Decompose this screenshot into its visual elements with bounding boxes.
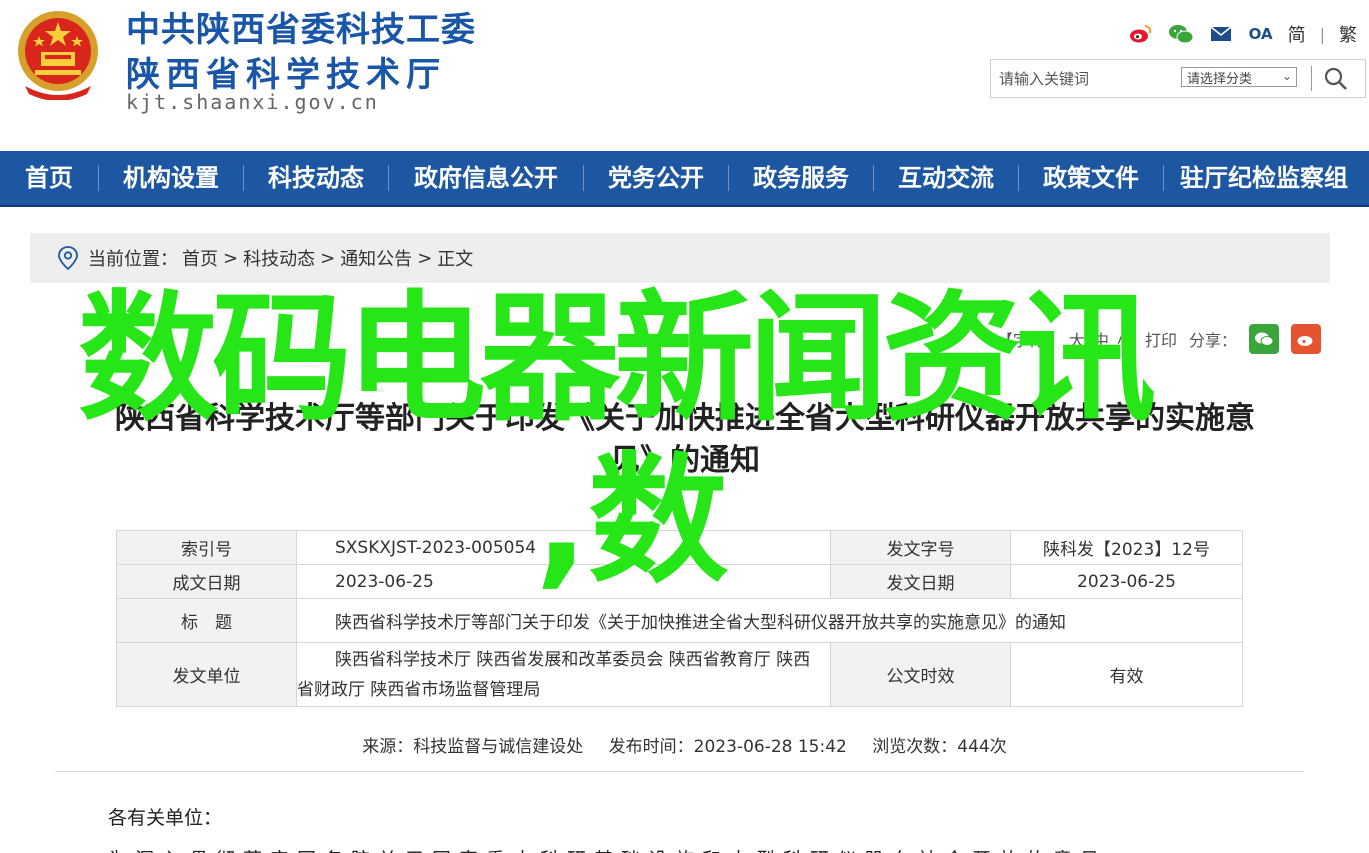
org-name-line1: 中共陕西省委科技工委 (126, 10, 476, 50)
site-header: 中共陕西省委科技工委 陕西省科学技术厅 kjt.shaanxi.gov.cn O… (0, 0, 1369, 150)
nav-item-discipline[interactable]: 驻厅纪检监察组 (1164, 150, 1364, 206)
index-number-label: 索引号 (116, 530, 297, 565)
main-nav: 首页 机构设置 科技动态 政府信息公开 党务公开 政务服务 互动交流 政策文件 … (0, 151, 1369, 207)
site-domain: kjt.shaanxi.gov.cn (126, 90, 379, 114)
table-row: 发文单位 陕西省科学技术厅 陕西省发展和改革委员会 陕西省教育厅 陕西 省财政厅… (116, 642, 1243, 707)
nav-item-news[interactable]: 科技动态 (244, 150, 388, 206)
validity-label: 公文时效 (830, 642, 1011, 707)
article-view-count: 浏览次数：444次 (872, 737, 1007, 757)
share-wechat-icon[interactable] (1249, 324, 1279, 354)
breadcrumb: 当前位置： 首页 > 科技动态 > 通知公告 > 正文 (30, 233, 1330, 283)
chevron-down-icon: ⌄ (1281, 69, 1292, 83)
article-tools: 【字体： 大 中 小 打印 分享： (997, 323, 1321, 355)
header-toolbar: OA 简 | 繁 (1128, 20, 1357, 48)
category-select[interactable]: 请选择分类 ⌄ (1181, 67, 1297, 87)
article-greeting: 各有关单位： (108, 807, 223, 829)
font-size-large[interactable]: 大 (1069, 327, 1085, 351)
nav-item-policies[interactable]: 政策文件 (1019, 150, 1163, 206)
document-info-table: 索引号 SXSKXJST-2023-005054 发文字号 陕科发【2023】1… (116, 530, 1243, 707)
search-box: 请选择分类 ⌄ (990, 59, 1366, 98)
table-row: 索引号 SXSKXJST-2023-005054 发文字号 陕科发【2023】1… (116, 530, 1243, 565)
wechat-icon[interactable] (1168, 22, 1194, 46)
article-source: 来源：科技监督与诚信建设处 (362, 737, 584, 757)
oa-label: OA (1248, 25, 1273, 43)
national-emblem-icon (18, 11, 98, 100)
issuer-value: 陕西省科学技术厅 陕西省发展和改革委员会 陕西省教育厅 陕西 省财政厅 陕西省市… (296, 642, 831, 707)
lang-traditional-link[interactable]: 繁 (1339, 21, 1357, 47)
issue-date-value: 2023-06-25 (1010, 564, 1243, 599)
breadcrumb-prefix: 当前位置： (88, 249, 178, 270)
breadcrumb-home[interactable]: 首页 (182, 245, 218, 271)
breadcrumb-separator: > (417, 247, 433, 269)
print-link[interactable]: 打印 (1145, 327, 1177, 351)
search-input[interactable] (999, 66, 1169, 92)
share-weibo-icon[interactable] (1291, 324, 1321, 354)
lang-simplified-link[interactable]: 简 (1288, 21, 1306, 47)
issuer-label: 发文单位 (116, 642, 297, 707)
search-divider (1311, 66, 1312, 91)
share-label: 分享： (1188, 331, 1237, 350)
nav-item-party-affairs[interactable]: 党务公开 (584, 150, 728, 206)
search-button[interactable] (1321, 64, 1351, 94)
font-size-label: 【字体： (996, 331, 1061, 350)
article-body-cut-line: 为深入贯彻落实国务院关于国家重大科研基础设施和大型科研仪器向社会开放的意见 (108, 845, 1288, 853)
doc-number-label: 发文字号 (830, 530, 1011, 565)
nav-item-gov-info[interactable]: 政府信息公开 (389, 150, 583, 206)
validity-value: 有效 (1010, 642, 1243, 707)
breadcrumb-separator: > (320, 247, 336, 269)
location-pin-icon (58, 246, 78, 271)
doc-title-value: 陕西省科学技术厅等部门关于印发《关于加快推进全省大型科研仪器开放共享的实施意见》… (296, 598, 1243, 643)
article-title-line1: 陕西省科学技术厅等部门关于印发《关于加快推进全省大型科研仪器开放共享的实施意 (115, 401, 1255, 436)
lang-separator: | (1319, 24, 1325, 44)
font-size-medium[interactable]: 中 (1093, 327, 1109, 351)
issuer-value-line1: 陕西省科学技术厅 陕西省发展和改革委员会 陕西省教育厅 陕西 (335, 649, 811, 670)
written-date-value: 2023-06-25 (296, 564, 831, 599)
breadcrumb-notices[interactable]: 通知公告 (340, 245, 412, 271)
article-title-line2: 见》的通知 (610, 443, 760, 478)
font-size-controls: 【字体： 大 中 小 (997, 327, 1133, 351)
article-publish-time: 发布时间：2023-06-28 15:42 (608, 737, 847, 757)
font-size-small[interactable]: 小 (1117, 327, 1133, 351)
issue-date-label: 发文日期 (830, 564, 1011, 599)
nav-item-gov-services[interactable]: 政务服务 (729, 150, 873, 206)
table-row: 成文日期 2023-06-25 发文日期 2023-06-25 (116, 564, 1243, 599)
mail-icon[interactable] (1208, 22, 1234, 46)
table-row: 标 题 陕西省科学技术厅等部门关于印发《关于加快推进全省大型科研仪器开放共享的实… (116, 598, 1243, 643)
search-icon (1324, 67, 1347, 90)
written-date-label: 成文日期 (116, 564, 297, 599)
nav-item-interaction[interactable]: 互动交流 (874, 150, 1018, 206)
breadcrumb-current: 正文 (437, 249, 474, 270)
issuer-value-line2: 省财政厅 陕西省市场监督管理局 (297, 679, 541, 700)
nav-item-home[interactable]: 首页 (0, 150, 98, 206)
nav-item-organization[interactable]: 机构设置 (99, 150, 243, 206)
category-select-label: 请选择分类 (1187, 71, 1253, 87)
breadcrumb-news[interactable]: 科技动态 (243, 245, 315, 271)
doc-number-value: 陕科发【2023】12号 (1010, 530, 1243, 565)
oa-icon[interactable]: OA (1248, 22, 1274, 46)
index-number-value: SXSKXJST-2023-005054 (296, 530, 831, 565)
breadcrumb-separator: > (223, 247, 239, 269)
article-source-row: 来源：科技监督与诚信建设处 发布时间：2023-06-28 15:42 浏览次数… (0, 732, 1369, 757)
org-name-line2: 陕西省科学技术厅 (126, 55, 446, 95)
weibo-icon[interactable] (1128, 22, 1154, 46)
content-divider (55, 771, 1304, 772)
doc-title-label: 标 题 (116, 598, 297, 643)
article-title: 陕西省科学技术厅等部门关于印发《关于加快推进全省大型科研仪器开放共享的实施意 见… (40, 398, 1330, 482)
